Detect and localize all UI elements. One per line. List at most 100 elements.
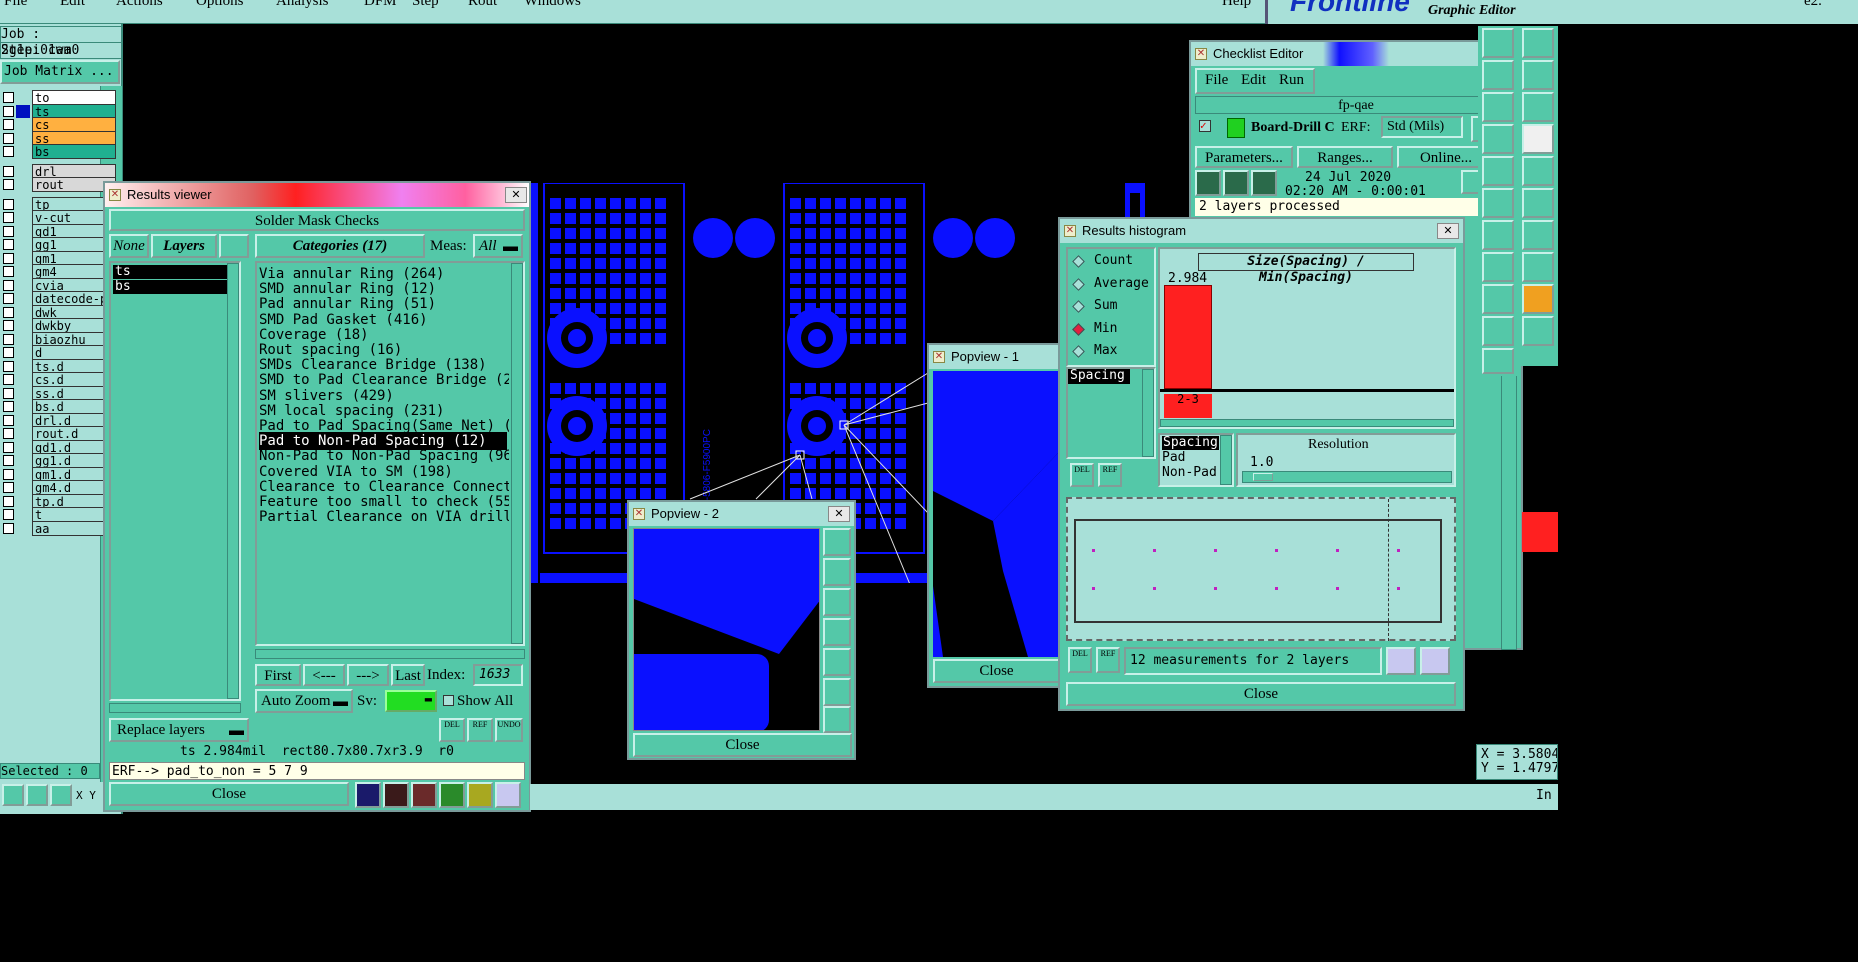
zoom-icon[interactable]: [2, 784, 24, 806]
run-all-icon[interactable]: [1223, 170, 1249, 196]
layer-checkbox[interactable]: [3, 387, 14, 399]
spacing-item[interactable]: Spacing: [1068, 369, 1130, 384]
layer-checkbox[interactable]: [3, 239, 14, 250]
layer-affected-indicator[interactable]: [16, 131, 30, 145]
type-item[interactable]: Pad: [1162, 451, 1185, 465]
measurement-point[interactable]: [1275, 587, 1278, 590]
action-checkbox[interactable]: ✓: [1199, 120, 1211, 132]
layer-affected-indicator[interactable]: [16, 346, 30, 359]
layer-affected-indicator[interactable]: [16, 427, 30, 440]
layer-row-aa[interactable]: aa: [0, 520, 116, 537]
layer-affected-indicator[interactable]: [16, 265, 30, 278]
checklist-menu-edit[interactable]: Edit: [1241, 72, 1266, 89]
layer-affected-indicator[interactable]: [16, 359, 30, 373]
menu-item-windows[interactable]: Windows: [524, 0, 581, 10]
results-viewer-titlebar[interactable]: ✕ Results viewer ✕: [105, 183, 529, 207]
meas-dropdown[interactable]: All ▬: [473, 234, 523, 258]
measurement-point[interactable]: [1336, 587, 1339, 590]
checklist-menu-run[interactable]: Run: [1279, 72, 1304, 89]
layer-checkbox[interactable]: [3, 132, 14, 144]
resolution-slider-thumb[interactable]: [1253, 473, 1273, 481]
radio-icon[interactable]: [1072, 277, 1085, 291]
layer-checkbox[interactable]: [3, 428, 14, 439]
replace-layers-dropdown[interactable]: Replace layers ▬: [109, 718, 249, 742]
results-viewer-close-button[interactable]: Close: [109, 782, 349, 806]
measurement-point[interactable]: [1214, 587, 1217, 590]
layer-checkbox[interactable]: [3, 293, 14, 304]
layer-affected-indicator[interactable]: [16, 197, 30, 211]
tool-icon-12[interactable]: [1522, 28, 1554, 58]
radio-icon[interactable]: [1072, 300, 1085, 314]
layer-affected-indicator[interactable]: [16, 521, 30, 535]
radio-icon[interactable]: [1072, 255, 1085, 268]
measurement-point[interactable]: [1092, 549, 1095, 552]
tool-icon-6[interactable]: [1482, 188, 1514, 218]
tool-icon-3[interactable]: [1482, 92, 1514, 122]
layers-extra-button[interactable]: [219, 234, 249, 258]
layers-scrollbar[interactable]: [227, 263, 239, 699]
menu-item-edit[interactable]: Edit: [60, 0, 85, 10]
layer-affected-indicator[interactable]: [16, 494, 30, 508]
tool-icon-10[interactable]: [1482, 316, 1514, 346]
close-icon[interactable]: ✕: [1437, 223, 1459, 239]
zoom-out-icon[interactable]: [823, 706, 851, 733]
layer-affected-indicator[interactable]: [16, 278, 30, 292]
undo-button[interactable]: UNDO: [495, 718, 523, 742]
hist-ref-button-2[interactable]: REF: [1096, 647, 1120, 673]
layer-affected-indicator[interactable]: [16, 104, 30, 118]
menu-item-analysis[interactable]: Analysis: [276, 0, 329, 10]
layer-checkbox[interactable]: [3, 441, 14, 453]
measurement-point[interactable]: [1153, 549, 1156, 552]
category-item[interactable]: Partial Clearance on VIA drilled: [259, 508, 509, 526]
report-icon[interactable]: [467, 782, 493, 808]
layer-row-bs[interactable]: bs: [0, 144, 116, 160]
layer-affected-indicator[interactable]: [16, 440, 30, 454]
radio-icon[interactable]: [1072, 345, 1085, 359]
radio-icon[interactable]: [1072, 322, 1085, 336]
layers-h-scrollbar[interactable]: [109, 703, 241, 713]
layer-checkbox[interactable]: [3, 306, 14, 318]
sv-color-dropdown[interactable]: ▬: [385, 690, 437, 712]
zoom-in-icon[interactable]: [823, 678, 851, 706]
close-icon[interactable]: ✕: [505, 187, 527, 203]
layer-affected-indicator[interactable]: [16, 91, 30, 104]
measurement-point[interactable]: [1092, 587, 1095, 590]
layer-affected-indicator[interactable]: [16, 145, 30, 158]
layer-affected-indicator[interactable]: [16, 319, 30, 332]
layer-checkbox[interactable]: [3, 252, 14, 264]
checklist-titlebar[interactable]: ✕ Checklist Editor: [1191, 42, 1521, 66]
popview-2-close-button[interactable]: Close: [633, 733, 852, 757]
layer-affected-indicator[interactable]: [16, 178, 30, 191]
histogram-titlebar[interactable]: ✕ Results histogram ✕: [1060, 219, 1463, 243]
chart-bar[interactable]: [1164, 285, 1212, 389]
menu-help[interactable]: Help: [1222, 0, 1251, 10]
ref-button[interactable]: REF: [467, 718, 493, 742]
del-button[interactable]: DEL: [439, 718, 465, 742]
layer-checkbox[interactable]: [3, 92, 14, 103]
auto-zoom-dropdown[interactable]: Auto Zoom ▬: [255, 689, 353, 713]
layer-checkbox[interactable]: [3, 401, 14, 412]
checklist-menu-file[interactable]: File: [1205, 72, 1228, 89]
menu-item-step[interactable]: Step: [412, 0, 439, 10]
layer-affected-indicator[interactable]: [16, 164, 30, 178]
popview-1-close-button[interactable]: Close: [933, 659, 1060, 683]
layer-affected-indicator[interactable]: [16, 332, 30, 346]
tool-icon-1[interactable]: [1482, 28, 1514, 58]
popview-1-titlebar[interactable]: ✕ Popview - 1: [929, 345, 1060, 369]
layer-affected-indicator[interactable]: [16, 454, 30, 467]
pan-right-icon[interactable]: [823, 648, 851, 676]
layer-affected-indicator[interactable]: [16, 467, 30, 481]
tool-icon-4[interactable]: [1482, 124, 1514, 154]
layer-checkbox[interactable]: [3, 374, 14, 385]
layer-name[interactable]: bs: [32, 144, 116, 159]
layer-icon[interactable]: [355, 782, 381, 808]
parameters-button[interactable]: Parameters...: [1195, 146, 1293, 168]
close-icon[interactable]: ✕: [828, 506, 850, 522]
grid-icon[interactable]: [50, 784, 72, 806]
next-button[interactable]: --->: [347, 664, 389, 686]
tool-icon-20[interactable]: [1522, 284, 1554, 314]
job-matrix-button[interactable]: Job Matrix ...: [0, 60, 120, 84]
index-input[interactable]: 1633: [473, 664, 523, 686]
layer-affected-indicator[interactable]: [16, 413, 30, 427]
chart-h-scrollbar[interactable]: [1160, 419, 1454, 427]
